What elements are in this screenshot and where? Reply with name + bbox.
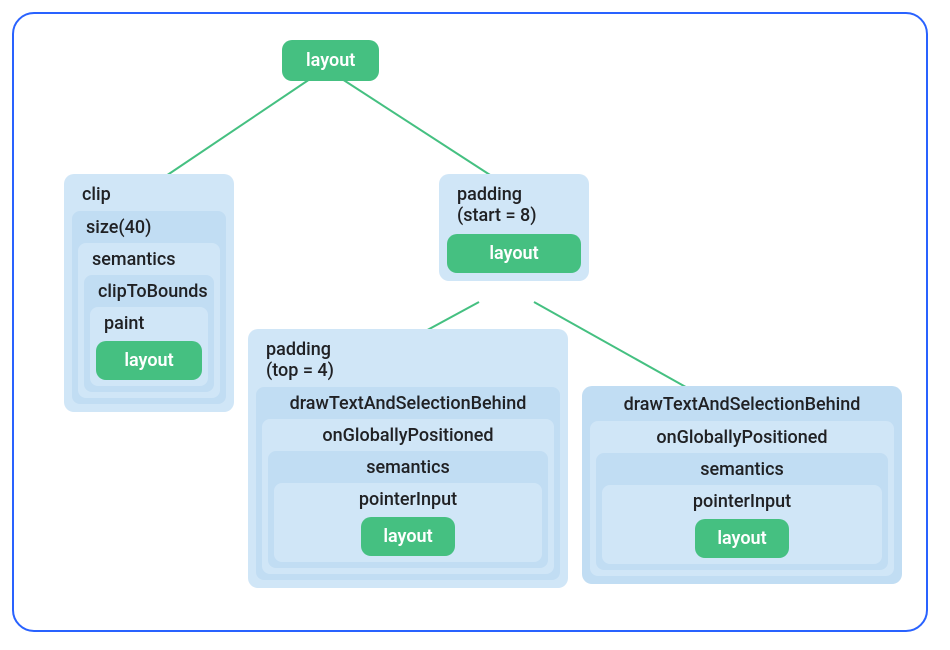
semantics-node-br: semantics pointerInput layout <box>596 453 888 570</box>
drawtext-label-left: drawTextAndSelectionBehind <box>262 393 554 419</box>
layout-leaf-padstart: layout <box>447 234 581 273</box>
clip-node: clip size(40) semantics clipToBounds pai… <box>64 174 234 412</box>
layout-leaf-br: layout <box>695 519 788 558</box>
semantics-node-left: semantics clipToBounds paint layout <box>78 243 220 398</box>
padding-top-label1: padding <box>256 337 560 360</box>
padding-top-label2: (top = 4) <box>256 360 560 387</box>
root-label: layout <box>306 50 355 71</box>
ongp-node-left: onGloballyPositioned semantics pointerIn… <box>262 419 554 574</box>
ongp-label-left: onGloballyPositioned <box>268 425 548 451</box>
padding-start-label2: (start = 8) <box>447 205 581 232</box>
cliptobounds-label: clipToBounds <box>90 281 208 307</box>
root-layout-node: layout <box>282 40 379 81</box>
pointerinput-label-bl: pointerInput <box>280 489 536 515</box>
cliptobounds-node: clipToBounds paint layout <box>84 275 214 392</box>
drawtext-node-left: drawTextAndSelectionBehind onGloballyPos… <box>256 387 560 580</box>
diagram-canvas: layout clip size(40) semantics clipToBou… <box>12 12 928 632</box>
semantics-label-br: semantics <box>602 459 882 485</box>
pointerinput-node-br: pointerInput layout <box>602 485 882 564</box>
drawtext-label-right: drawTextAndSelectionBehind <box>590 392 894 421</box>
ongp-label-right: onGloballyPositioned <box>596 427 888 453</box>
padding-start-label1: padding <box>447 182 581 205</box>
padding-top-node: padding (top = 4) drawTextAndSelectionBe… <box>248 329 568 588</box>
semantics-label-left: semantics <box>84 249 214 275</box>
pointerinput-label-br: pointerInput <box>608 491 876 517</box>
size-label: size(40) <box>78 217 220 243</box>
ongp-node-right: onGloballyPositioned semantics pointerIn… <box>590 421 894 576</box>
size-node: size(40) semantics clipToBounds paint la… <box>72 211 226 404</box>
layout-leaf-bl: layout <box>361 517 454 556</box>
semantics-node-bl: semantics pointerInput layout <box>268 451 548 568</box>
paint-node: paint layout <box>90 307 208 386</box>
layout-leaf-left: layout <box>96 341 202 380</box>
pointerinput-node-bl: pointerInput layout <box>274 483 542 562</box>
drawtext-node-right-outer: drawTextAndSelectionBehind onGloballyPos… <box>582 386 902 584</box>
clip-label: clip <box>72 182 226 211</box>
paint-label: paint <box>96 313 202 339</box>
padding-start-node: padding (start = 8) layout <box>439 174 589 281</box>
semantics-label-bl: semantics <box>274 457 542 483</box>
